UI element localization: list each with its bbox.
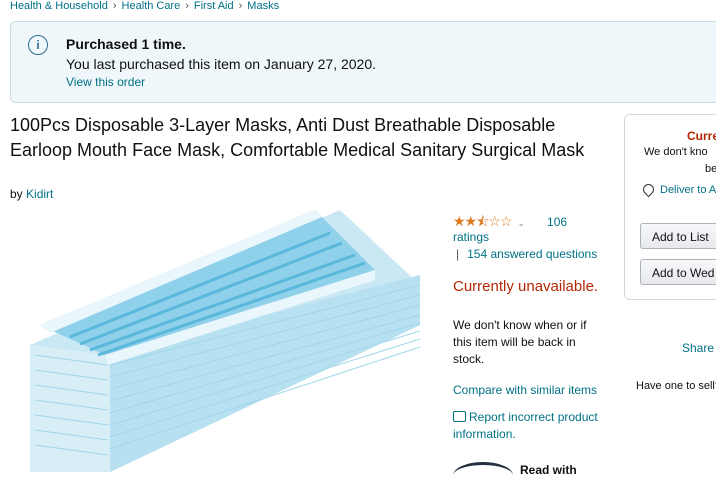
breadcrumb-health-care[interactable]: Health Care [122, 0, 181, 12]
deliver-to-link[interactable]: Deliver to A [660, 184, 716, 196]
availability-status: Currently unavailable. [453, 278, 599, 295]
breadcrumb-health-household[interactable]: Health & Household [10, 0, 108, 12]
purchase-notice: i Purchased 1 time. You last purchased t… [10, 21, 716, 103]
share-link[interactable]: Share [682, 341, 714, 355]
info-icon: i [28, 35, 48, 55]
rating-count[interactable]: 106 [547, 215, 567, 229]
buy-box: Curre We don't kno be Deliver to A Add t… [624, 114, 716, 300]
bottom-partial-text: Read with [520, 463, 577, 477]
notice-message: You last purchased this item on January … [66, 56, 377, 72]
mask-stack-image [30, 210, 421, 472]
notice-title: Purchased 1 time. [66, 36, 186, 52]
answered-questions-link[interactable]: 154 answered questions [467, 247, 597, 261]
brand-link[interactable]: Kidirt [26, 187, 53, 201]
location-pin-icon [640, 181, 657, 198]
breadcrumb: Health & Household › Health Care › First Aid… [10, 0, 279, 12]
report-link-text[interactable]: Report incorrect product information. [453, 410, 598, 441]
compare-link[interactable]: Compare with similar items [453, 383, 597, 397]
star-rating-icon[interactable]: ★★⯪☆☆ [453, 213, 512, 229]
buybox-status: Curre [687, 129, 716, 143]
ratings-label[interactable]: ratings [453, 230, 489, 244]
breadcrumb-first-aid[interactable]: First Aid [194, 0, 234, 12]
breadcrumb-separator: › [185, 0, 189, 12]
breadcrumb-masks[interactable]: Masks [247, 0, 279, 12]
have-one-to-sell: Have one to sell? [636, 380, 716, 392]
breadcrumb-separator: › [238, 0, 243, 12]
product-image[interactable] [30, 205, 421, 472]
add-to-list-button[interactable]: Add to List [640, 223, 716, 249]
byline-prefix: by [10, 187, 23, 201]
speech-bubble-icon [453, 411, 466, 422]
separator: | [456, 247, 460, 261]
byline: by Kidirt [10, 187, 53, 201]
view-order-link[interactable]: View this order [66, 75, 145, 89]
product-title: 100Pcs Disposable 3-Layer Masks, Anti Du… [10, 115, 585, 160]
kindle-logo [453, 462, 513, 489]
report-link[interactable]: Report incorrect product information. [453, 409, 603, 443]
buybox-message-2: be [705, 163, 716, 175]
add-to-wedding-button[interactable]: Add to Wed [640, 259, 716, 285]
availability-message: We don't know when or if this item will … [453, 318, 587, 366]
chevron-down-icon[interactable]: ⌄ [517, 218, 525, 228]
breadcrumb-separator: › [112, 0, 117, 12]
answered-questions: | 154 answered questions [453, 247, 597, 261]
buybox-message: We don't kno [644, 146, 708, 158]
